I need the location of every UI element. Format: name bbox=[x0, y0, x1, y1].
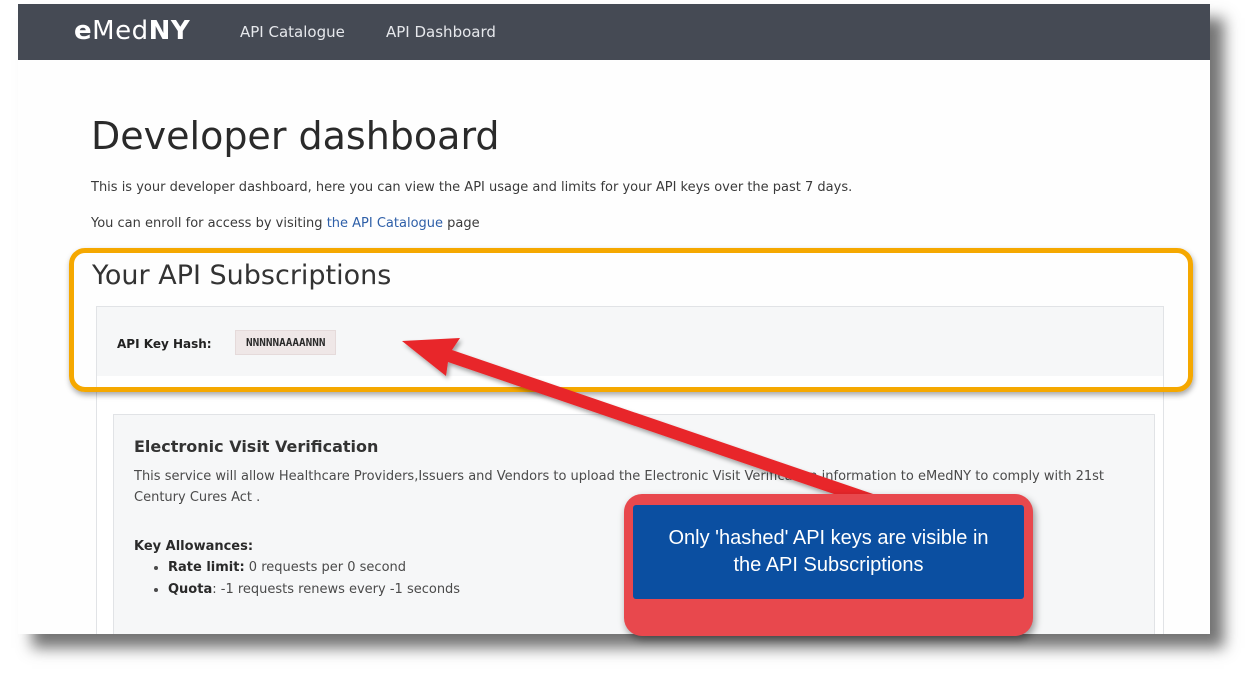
callout-text: Only 'hashed' API keys are visible in th… bbox=[668, 527, 989, 576]
callout-box: Only 'hashed' API keys are visible in th… bbox=[624, 494, 1033, 636]
arrow-shape bbox=[402, 338, 876, 507]
callout-inner: Only 'hashed' API keys are visible in th… bbox=[633, 505, 1024, 599]
